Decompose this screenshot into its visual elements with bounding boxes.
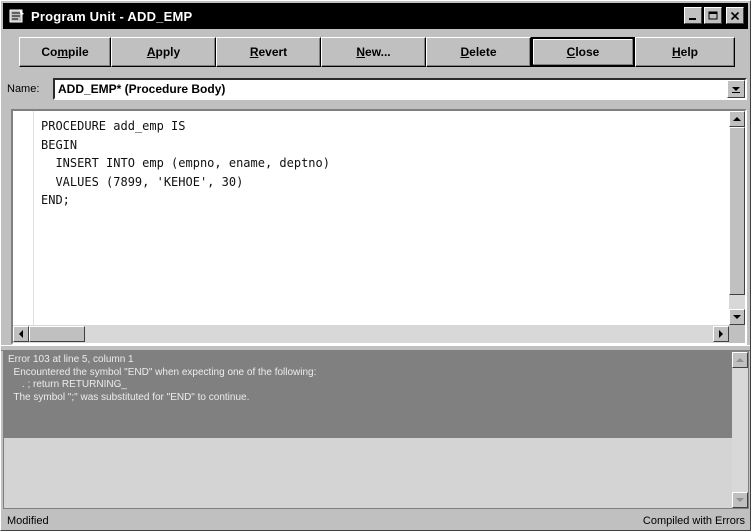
new-label: New... — [356, 45, 390, 59]
name-dropdown-button[interactable] — [727, 80, 745, 98]
arrow-left-icon — [19, 330, 23, 338]
messages-scroll-down-button[interactable] — [732, 492, 748, 508]
apply-label-post: pply — [155, 45, 181, 59]
compile-label-pre: Co — [41, 45, 58, 59]
code-line: VALUES (7899, 'KEHOE', 30) — [41, 174, 244, 189]
scroll-right-button[interactable] — [713, 326, 729, 342]
delete-label: Delete — [460, 45, 496, 59]
code-line: BEGIN — [41, 137, 78, 152]
title-bar[interactable]: Program Unit - ADD_EMP — [3, 3, 748, 29]
close-icon — [730, 11, 740, 20]
scroll-corner — [729, 325, 745, 343]
help-label: Help — [672, 45, 698, 59]
window-title: Program Unit - ADD_EMP — [31, 8, 193, 24]
new-label-post: ew... — [365, 45, 391, 59]
delete-button[interactable]: Delete — [426, 37, 531, 67]
help-button[interactable]: Help — [635, 37, 735, 67]
vertical-scroll-thumb[interactable] — [729, 127, 745, 295]
error-line: The symbol ";" was substituted for "END"… — [8, 391, 250, 403]
messages-scroll-up-button[interactable] — [732, 352, 748, 368]
program-unit-name-select[interactable]: ADD_EMP* (Procedure Body) — [53, 78, 747, 100]
editor-horizontal-scrollbar[interactable] — [13, 325, 729, 343]
chevron-down-icon — [732, 87, 740, 93]
horizontal-scroll-thumb[interactable] — [29, 326, 85, 342]
window-controls — [684, 7, 744, 24]
revert-label: Revert — [250, 45, 287, 59]
status-modified: Modified — [7, 514, 49, 527]
delete-label-mnemonic: D — [460, 45, 470, 59]
error-message-block[interactable]: Error 103 at line 5, column 1 Encountere… — [4, 352, 732, 438]
revert-button[interactable]: Revert — [216, 37, 321, 67]
compilation-messages-pane[interactable]: Error 103 at line 5, column 1 Encountere… — [3, 351, 749, 509]
source-editor[interactable]: PROCEDURE add_emp IS BEGIN INSERT INTO em… — [11, 109, 747, 345]
source-code[interactable]: PROCEDURE add_emp IS BEGIN INSERT INTO em… — [41, 117, 330, 210]
scroll-up-button[interactable] — [729, 111, 745, 127]
new-label-mnemonic: N — [356, 45, 366, 59]
help-label-mnemonic: H — [671, 45, 681, 59]
apply-button[interactable]: Apply — [111, 37, 216, 67]
code-line: PROCEDURE add_emp IS — [41, 119, 186, 133]
arrow-up-icon — [736, 358, 744, 362]
error-line: . ; return RETURNING_ — [8, 379, 127, 390]
code-line: END; — [41, 193, 70, 207]
arrow-right-icon — [719, 330, 723, 338]
status-compile-result: Compiled with Errors — [642, 514, 745, 527]
compile-button[interactable]: Compile — [19, 37, 111, 67]
maximize-icon — [708, 11, 718, 19]
error-line: Error 103 at line 5, column 1 — [8, 354, 134, 365]
compile-label-mnemonic: m — [57, 45, 68, 59]
compile-label: Compile — [41, 45, 88, 59]
arrow-down-icon — [733, 315, 741, 319]
maximize-button[interactable] — [704, 7, 722, 24]
close-window-button[interactable] — [726, 7, 744, 24]
editor-gutter — [13, 111, 34, 325]
scroll-left-button[interactable] — [13, 326, 29, 342]
close-button[interactable]: Close — [531, 37, 635, 67]
apply-label-mnemonic: A — [146, 45, 156, 59]
scroll-down-button[interactable] — [729, 309, 745, 325]
delete-label-post: elete — [469, 45, 497, 59]
code-line: INSERT INTO emp (empno, ename, deptno) — [41, 156, 330, 170]
name-label: Name: — [7, 83, 40, 95]
revert-label-post: evert — [258, 45, 288, 59]
arrow-down-icon — [736, 498, 744, 502]
program-unit-icon — [9, 8, 25, 24]
toolbar: Compile Apply Revert New... Delete Close… — [19, 37, 747, 67]
compile-label-post: pile — [68, 45, 89, 59]
close-label: Close — [567, 45, 600, 59]
editor-vertical-scrollbar[interactable] — [729, 111, 745, 325]
help-label-post: elp — [680, 45, 698, 59]
arrow-up-icon — [733, 117, 741, 121]
messages-vertical-scrollbar[interactable] — [732, 352, 748, 508]
minimize-icon — [689, 17, 696, 20]
program-unit-name-value: ADD_EMP* (Procedure Body) — [58, 82, 226, 96]
program-unit-window: Program Unit - ADD_EMP Compile Apply Rev… — [0, 0, 751, 531]
close-label-post: lose — [575, 45, 600, 59]
new-button[interactable]: New... — [321, 37, 426, 67]
minimize-button[interactable] — [684, 7, 702, 24]
status-bar: Modified Compiled with Errors — [3, 511, 749, 530]
name-row: Name: ADD_EMP* (Procedure Body) — [7, 77, 747, 101]
apply-label: Apply — [147, 45, 180, 59]
error-line: Encountered the symbol "END" when expect… — [8, 366, 317, 378]
